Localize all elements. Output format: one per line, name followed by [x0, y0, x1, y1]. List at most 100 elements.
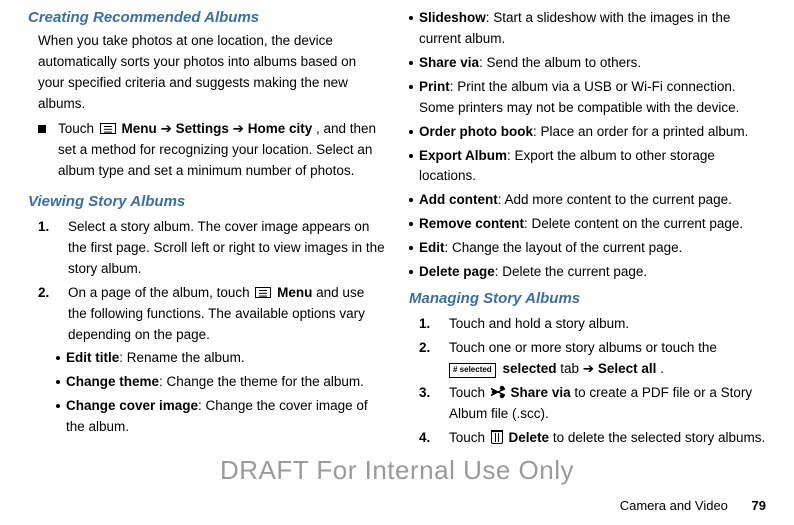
square-bullet-icon: [38, 125, 46, 133]
term: Export Album: [419, 148, 507, 163]
bullet-text: Add content: Add more content to the cur…: [419, 190, 766, 211]
list-item: Add content: Add more content to the cur…: [409, 190, 766, 211]
bullet-icon: [409, 246, 413, 250]
bullet-icon: [56, 356, 60, 360]
step-number: 2.: [419, 338, 437, 380]
list-item: Slideshow: Start a slideshow with the im…: [409, 8, 766, 50]
text: Touch: [449, 430, 489, 445]
bullet-icon: [409, 198, 413, 202]
arrow: ➔: [233, 121, 248, 136]
heading-creating-recommended-albums: Creating Recommended Albums: [28, 6, 385, 29]
bullet-icon: [409, 61, 413, 65]
bullet-text: Slideshow: Start a slideshow with the im…: [419, 8, 766, 50]
selected-label: selected: [502, 361, 556, 376]
term: Edit title: [66, 350, 119, 365]
desc: : Delete content on the current page.: [524, 216, 743, 231]
term: Remove content: [419, 216, 524, 231]
list-item: Remove content: Delete content on the cu…: [409, 214, 766, 235]
text: tab ➔: [560, 361, 598, 376]
desc: : Delete the current page.: [495, 264, 647, 279]
term: Order photo book: [419, 124, 533, 139]
bullet-icon: [56, 380, 60, 384]
list-item: 2. Touch one or more story albums or tou…: [419, 338, 766, 380]
footer-section-label: Camera and Video: [620, 498, 728, 513]
menu-label: Menu: [277, 285, 312, 300]
desc: : Add more content to the current page.: [498, 192, 732, 207]
step-number: 4.: [419, 428, 437, 449]
page-number: 79: [752, 498, 766, 513]
step-number: 3.: [419, 383, 437, 425]
step-number: 2.: [38, 283, 56, 346]
bullet-text: Remove content: Delete content on the cu…: [419, 214, 766, 235]
arrow: ➔: [161, 121, 176, 136]
term: Delete page: [419, 264, 495, 279]
list-text: Touch Menu ➔ Settings ➔ Home city , and …: [58, 119, 385, 182]
step-text: Touch Share via to create a PDF file or …: [449, 383, 766, 425]
page-body: Creating Recommended Albums When you tak…: [0, 0, 794, 452]
text: Touch one or more story albums or touch …: [449, 340, 717, 355]
bullet-icon: [409, 16, 413, 20]
term: Share via: [419, 55, 479, 70]
list-item: Change theme: Change the theme for the a…: [56, 372, 385, 393]
bullet-text: Order photo book: Place an order for a p…: [419, 122, 766, 143]
list-item: Share via: Send the album to others.: [409, 53, 766, 74]
numbered-list: 1. Select a story album. The cover image…: [38, 217, 385, 346]
term: Slideshow: [419, 10, 486, 25]
text: On a page of the album, touch: [68, 285, 253, 300]
list-item: Print: Print the album via a USB or Wi-F…: [409, 77, 766, 119]
list-item: Order photo book: Place an order for a p…: [409, 122, 766, 143]
sub-bullet-list: Slideshow: Start a slideshow with the im…: [409, 8, 766, 283]
text: Touch: [449, 385, 489, 400]
menu-icon: [100, 123, 116, 134]
heading-viewing-story-albums: Viewing Story Albums: [28, 190, 385, 213]
text: .: [660, 361, 664, 376]
list-item: 1. Select a story album. The cover image…: [38, 217, 385, 280]
list-item: 3. Touch Share via to create a PDF file …: [419, 383, 766, 425]
text: Touch: [58, 121, 98, 136]
desc: : Send the album to others.: [479, 55, 641, 70]
step-text: Touch and hold a story album.: [449, 314, 766, 335]
bullet-icon: [56, 404, 60, 408]
list-item: 2. On a page of the album, touch Menu an…: [38, 283, 385, 346]
list-item: 4. Touch Delete to delete the selected s…: [419, 428, 766, 449]
bullet-text: Delete page: Delete the current page.: [419, 262, 766, 283]
term: Edit: [419, 240, 445, 255]
heading-managing-story-albums: Managing Story Albums: [409, 287, 766, 310]
selected-count-badge-icon: # selected: [449, 363, 496, 377]
menu-icon: [255, 287, 271, 298]
term: Change theme: [66, 374, 159, 389]
step-text: On a page of the album, touch Menu and u…: [68, 283, 385, 346]
bullet-text: Share via: Send the album to others.: [419, 53, 766, 74]
desc: : Print the album via a USB or Wi-Fi con…: [419, 79, 739, 115]
bullet-text: Print: Print the album via a USB or Wi-F…: [419, 77, 766, 119]
bullet-text: Change cover image: Change the cover ima…: [66, 396, 385, 438]
desc: : Place an order for a printed album.: [533, 124, 748, 139]
step-text: Touch Delete to delete the selected stor…: [449, 428, 766, 449]
share-via-label: Share via: [511, 385, 571, 400]
list-item: Export Album: Export the album to other …: [409, 146, 766, 188]
desc: : Rename the album.: [119, 350, 244, 365]
menu-label: Menu: [122, 121, 157, 136]
bullet-icon: [409, 222, 413, 226]
text: to delete the selected story albums.: [553, 430, 765, 445]
left-column: Creating Recommended Albums When you tak…: [28, 6, 385, 452]
step-number: 1.: [38, 217, 56, 280]
home-city-label: Home city: [248, 121, 313, 136]
list-item: Edit title: Rename the album.: [56, 348, 385, 369]
trash-icon: [491, 430, 503, 444]
draft-watermark: DRAFT For Internal Use Only: [0, 455, 794, 486]
desc: : Change the layout of the current page.: [445, 240, 683, 255]
bullet-icon: [409, 85, 413, 89]
desc: : Change the theme for the album.: [159, 374, 364, 389]
list-item: Edit: Change the layout of the current p…: [409, 238, 766, 259]
page-footer: Camera and Video 79: [620, 498, 766, 513]
right-column: Slideshow: Start a slideshow with the im…: [409, 6, 766, 452]
step-text: Touch one or more story albums or touch …: [449, 338, 766, 380]
bullet-text: Export Album: Export the album to other …: [419, 146, 766, 188]
step-number: 1.: [419, 314, 437, 335]
term: Add content: [419, 192, 498, 207]
square-bullet-list: Touch Menu ➔ Settings ➔ Home city , and …: [38, 119, 385, 182]
bullet-icon: [409, 154, 413, 158]
numbered-list: 1. Touch and hold a story album. 2. Touc…: [419, 314, 766, 449]
sub-bullet-list: Edit title: Rename the album. Change the…: [56, 348, 385, 438]
